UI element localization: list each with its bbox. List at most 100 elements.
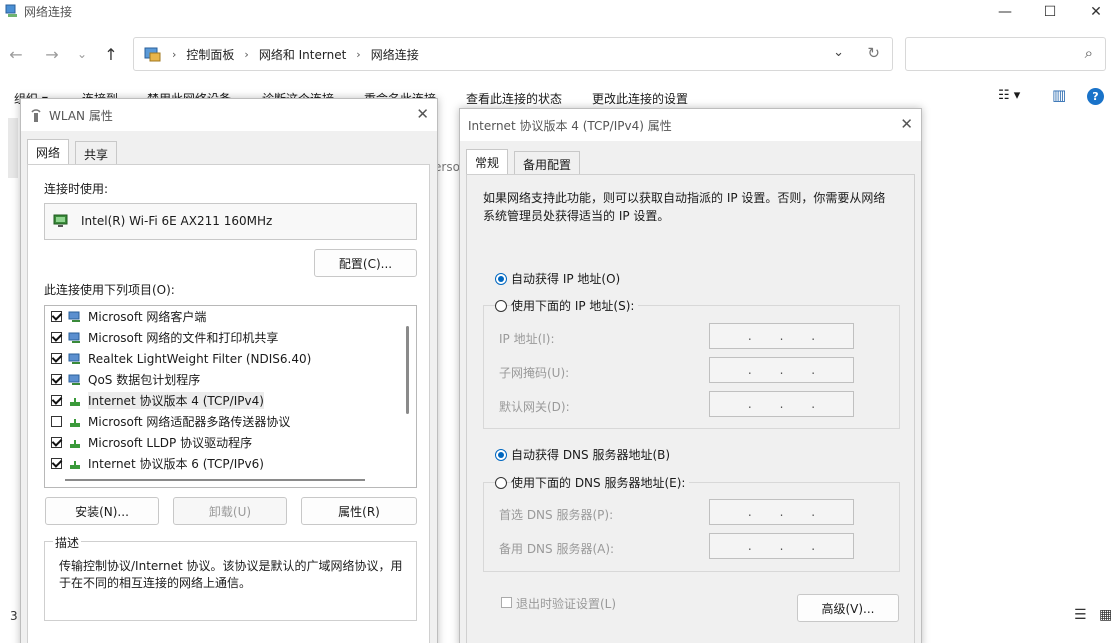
dialog-title: Internet 协议版本 4 (TCP/IPv4) 属性 [468,119,672,133]
wlan-properties-dialog: WLAN 属性 ✕ 网络 共享 连接时使用: Intel(R) Wi-Fi 6E… [20,98,438,643]
list-item[interactable]: Microsoft 网络的文件和打印机共享 [51,327,278,348]
item-label: QoS 数据包计划程序 [88,373,201,387]
advanced-button[interactable]: 高级(V)... [797,594,899,622]
address-dropdown-icon[interactable]: ⌄ [833,45,844,60]
breadcrumb: › 控制面板 › 网络和 Internet › 网络连接 [144,46,419,63]
list-item[interactable]: Microsoft 网络客户端 [51,306,206,327]
item-label: Microsoft 网络的文件和打印机共享 [88,331,279,345]
default-gateway-label: 默认网关(D): [499,400,570,414]
list-item[interactable]: Realtek LightWeight Filter (NDIS6.40) [51,348,311,369]
manual-dns-radio[interactable] [495,477,507,489]
forward-icon[interactable]: → [40,42,64,66]
preferred-dns-field: ... [709,499,854,525]
item-checkbox[interactable] [51,353,62,364]
view-status-command[interactable]: 查看此连接的状态 [466,90,562,107]
item-checkbox[interactable] [51,437,62,448]
configure-button[interactable]: 配置(C)... [314,249,417,277]
auto-dns-label[interactable]: 自动获得 DNS 服务器地址(B) [511,446,670,463]
search-icon: ⌕ [1084,44,1093,62]
view-options-icon[interactable]: ☷ ▾ [998,88,1020,103]
description-title: 描述 [53,534,82,551]
auto-ip-label[interactable]: 自动获得 IP 地址(O) [511,270,620,287]
connect-using-label: 连接时使用: [44,182,109,196]
details-view-icon[interactable]: ☰ [1074,607,1087,623]
refresh-icon[interactable]: ↻ [867,44,880,62]
uninstall-button: 卸载(U) [173,497,287,525]
list-item[interactable]: QoS 数据包计划程序 [51,369,200,390]
left-pane [8,118,18,178]
validate-on-exit-checkbox [501,597,512,608]
network-adapter-icon [53,214,68,227]
item-checkbox[interactable] [51,416,62,427]
description-group: 描述 传输控制协议/Internet 协议。该协议是默认的广域网络协议，用于在不… [44,534,417,621]
protocol-icon [70,439,80,448]
auto-ip-radio[interactable] [495,273,507,285]
close-icon[interactable]: ✕ [900,115,913,133]
manual-ip-label[interactable]: 使用下面的 IP 地址(S): [511,297,639,314]
list-item[interactable]: Microsoft 网络适配器多路传送器协议 [51,411,290,432]
tab-general[interactable]: 常规 [466,149,509,175]
item-label: Microsoft LLDP 协议驱动程序 [88,436,253,450]
list-item[interactable]: Internet 协议版本 4 (TCP/IPv4) [51,390,264,411]
minimize-button[interactable]: — [982,0,1028,24]
manual-dns-label[interactable]: 使用下面的 DNS 服务器地址(E): [511,474,690,491]
chevron-right-icon: › [172,48,177,61]
horizontal-scrollbar[interactable] [65,479,365,481]
item-checkbox[interactable] [51,395,62,406]
description-text: 传输控制协议/Internet 协议。该协议是默认的广域网络协议，用于在不同的相… [59,559,403,590]
protocol-icon [70,397,80,406]
tab-sharing[interactable]: 共享 [75,141,118,165]
tab-alternate-configuration[interactable]: 备用配置 [514,151,581,175]
control-panel-icon [144,47,161,61]
item-checkbox[interactable] [51,332,62,343]
chevron-right-icon: › [244,48,249,61]
breadcrumb-network-internet[interactable]: 网络和 Internet [259,46,346,63]
close-window-button[interactable]: ✕ [1073,0,1119,24]
breadcrumb-control-panel[interactable]: 控制面板 [186,46,234,63]
title-bar: 网络连接 — ☐ ✕ [0,0,1120,28]
change-settings-command[interactable]: 更改此连接的设置 [592,90,688,107]
help-icon[interactable]: ? [1087,88,1104,105]
validate-on-exit-label: 退出时验证设置(L) [516,597,617,611]
item-label: Internet 协议版本 4 (TCP/IPv4) [88,392,264,409]
item-label: Microsoft 网络适配器多路传送器协议 [88,415,291,429]
dialog-title-bar: Internet 协议版本 4 (TCP/IPv4) 属性 ✕ [460,109,921,141]
item-checkbox[interactable] [51,311,62,322]
breadcrumb-network-connections[interactable]: 网络连接 [371,46,419,63]
chevron-right-icon: › [356,48,361,61]
back-icon[interactable]: ← [4,42,28,66]
network-connections-icon [5,4,17,17]
preview-pane-icon[interactable]: ▥ [1052,86,1066,104]
maximize-button[interactable]: ☐ [1027,0,1073,24]
close-icon[interactable]: ✕ [416,105,429,123]
item-checkbox[interactable] [51,374,62,385]
protocol-icon [70,460,80,469]
install-button[interactable]: 安装(N)... [45,497,159,525]
window-title: 网络连接 [24,5,73,19]
file-sharing-icon [68,332,80,343]
tiles-view-icon[interactable]: ▦ [1099,607,1112,623]
item-checkbox[interactable] [51,458,62,469]
search-input[interactable]: ⌕ [905,37,1106,71]
address-bar[interactable]: › 控制面板 › 网络和 Internet › 网络连接 ⌄ ↻ [133,37,893,71]
general-tab-panel: 如果网络支持此功能，则可以获取自动指派的 IP 设置。否则，你需要从网络系统管理… [466,174,915,643]
vertical-scrollbar[interactable] [406,326,409,414]
subnet-mask-field: ... [709,357,854,383]
properties-button[interactable]: 属性(R) [301,497,417,525]
item-label: Microsoft 网络客户端 [88,310,207,324]
tab-network[interactable]: 网络 [27,139,70,165]
ipv4-properties-dialog: Internet 协议版本 4 (TCP/IPv4) 属性 ✕ 常规 备用配置 … [459,108,922,643]
subnet-mask-label: 子网掩码(U): [499,366,570,380]
up-icon[interactable]: ↑ [99,42,123,66]
auto-dns-radio[interactable] [495,449,507,461]
recent-locations-icon[interactable]: ⌄ [70,42,94,66]
manual-ip-radio[interactable] [495,300,507,312]
components-list[interactable]: Microsoft 网络客户端 Microsoft 网络的文件和打印机共享 Re… [44,305,417,488]
network-tab-panel: 连接时使用: Intel(R) Wi-Fi 6E AX211 160MHz 配置… [27,164,430,643]
list-item[interactable]: Internet 协议版本 6 (TCP/IPv6) [51,453,264,474]
wlan-icon [31,109,41,122]
dialog-title-bar: WLAN 属性 ✕ [21,99,437,131]
item-label: Internet 协议版本 6 (TCP/IPv6) [88,457,264,471]
list-item[interactable]: Microsoft LLDP 协议驱动程序 [51,432,252,453]
default-gateway-field: ... [709,391,854,417]
